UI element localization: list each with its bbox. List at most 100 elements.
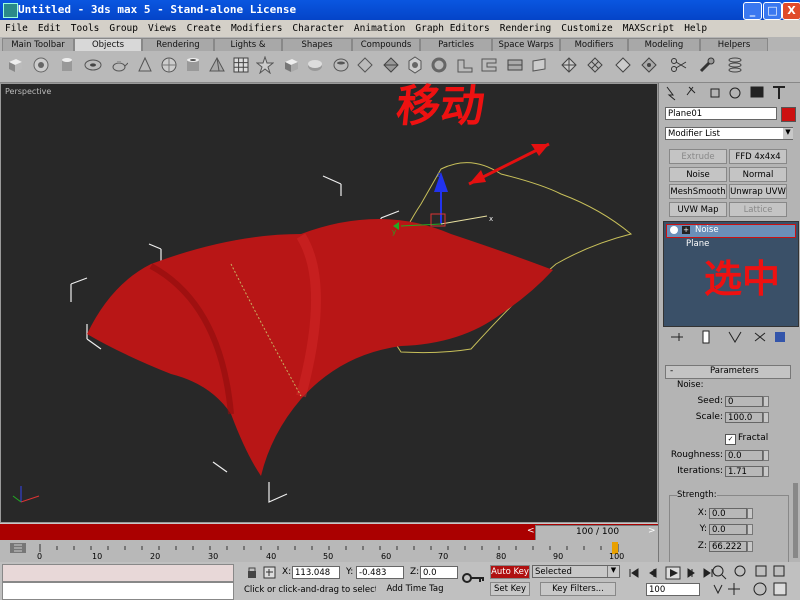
layers-icon[interactable] <box>726 56 744 74</box>
menu-modifiers[interactable]: Modifiers <box>226 20 287 37</box>
coord-z-field[interactable]: 0.0 <box>420 566 458 579</box>
menu-character[interactable]: Character <box>287 20 348 37</box>
roughness-spinner[interactable]: 0.0 <box>725 450 763 461</box>
coord-y-field[interactable]: -0.483 <box>356 566 404 579</box>
modifier-stack[interactable]: + Noise Plane 选中 <box>663 221 799 327</box>
viewport-navigation[interactable] <box>708 563 798 599</box>
menu-tools[interactable]: Tools <box>66 20 105 37</box>
object-color-swatch[interactable] <box>781 107 796 122</box>
time-slider[interactable]: 100 / 100 <box>535 525 659 541</box>
seed-spinner-arrows[interactable] <box>763 396 769 407</box>
tab-modeling[interactable]: Modeling <box>628 38 700 51</box>
meshsmooth-button[interactable]: MeshSmooth <box>669 184 727 199</box>
maximize-button[interactable]: □ <box>763 2 782 20</box>
roughness-spinner-arrows[interactable] <box>763 450 769 461</box>
ffd-4x4x4-button[interactable]: FFD 4x4x4 <box>729 149 787 164</box>
wrench-icon[interactable] <box>698 56 716 74</box>
maxscript-input[interactable] <box>2 582 234 600</box>
bulb-icon[interactable] <box>670 226 678 234</box>
unwrap-uvw-button[interactable]: Unwrap UVW <box>729 184 787 199</box>
tab-main-toolbar[interactable]: Main Toolbar <box>2 38 74 51</box>
panel-scrollbar[interactable] <box>793 483 798 558</box>
strength-z-spinner[interactable]: 66.222 <box>709 541 747 552</box>
menu-graph-editors[interactable]: Graph Editors <box>410 20 494 37</box>
ringwave-icon[interactable] <box>506 56 524 74</box>
timeline-next-button[interactable]: > <box>648 526 656 536</box>
uvw-map-button[interactable]: UVW Map <box>669 202 727 217</box>
set-key-button[interactable]: Set Key <box>490 582 530 596</box>
maxscript-listener[interactable] <box>2 564 234 582</box>
menu-help[interactable]: Help <box>679 20 712 37</box>
tab-helpers[interactable]: Helpers <box>700 38 768 51</box>
perspective-viewport[interactable]: Perspective x y z 移动 <box>0 81 658 523</box>
minimize-button[interactable]: _ <box>743 2 762 20</box>
noise-button[interactable]: Noise <box>669 167 727 182</box>
chevron-down-icon[interactable]: ▼ <box>783 128 793 139</box>
coord-x-field[interactable]: 113.048 <box>292 566 340 579</box>
add-time-tag-button[interactable]: Add Time Tag <box>376 583 454 597</box>
pyramid-icon[interactable] <box>208 56 226 74</box>
menu-file[interactable]: File <box>0 20 33 37</box>
menu-maxscript[interactable]: MAXScript <box>618 20 679 37</box>
torus-icon[interactable] <box>84 56 102 74</box>
current-frame-field[interactable]: 100 <box>646 583 700 596</box>
spindle-icon[interactable] <box>382 56 400 74</box>
cone-icon[interactable] <box>136 56 154 74</box>
chamfer-cylinder-icon[interactable] <box>306 56 324 74</box>
sphere-icon[interactable] <box>32 56 50 74</box>
tab-particles[interactable]: Particles <box>420 38 492 51</box>
normal-button[interactable]: Normal <box>729 167 787 182</box>
stack-item-noise[interactable]: + Noise <box>666 224 796 238</box>
rollout-collapse[interactable]: - <box>670 366 673 376</box>
tab-compounds[interactable]: Compounds <box>352 38 420 51</box>
menu-views[interactable]: Views <box>143 20 182 37</box>
mesher-icon[interactable] <box>614 56 632 74</box>
auto-key-button[interactable]: Auto Key <box>490 565 530 579</box>
close-button[interactable]: X <box>782 2 800 20</box>
menu-group[interactable]: Group <box>104 20 143 37</box>
prism-icon[interactable] <box>560 56 578 74</box>
iterations-spinner[interactable]: 1.71 <box>725 466 763 477</box>
tube-icon[interactable] <box>184 56 202 74</box>
key-filters-button[interactable]: Key Filters... <box>540 582 616 596</box>
strength-y-spinner-arrows[interactable] <box>747 524 753 535</box>
expand-icon[interactable]: + <box>682 226 690 234</box>
strength-y-spinner[interactable]: 0.0 <box>709 524 747 535</box>
chamfer-box-icon[interactable] <box>282 56 300 74</box>
scale-spinner[interactable]: 100.0 <box>725 412 763 423</box>
oil-tank-icon[interactable] <box>332 56 350 74</box>
menu-rendering[interactable]: Rendering <box>495 20 556 37</box>
hose-icon[interactable] <box>530 56 548 74</box>
capsule-icon[interactable] <box>356 56 374 74</box>
menu-customize[interactable]: Customize <box>556 20 617 37</box>
strength-z-spinner-arrows[interactable] <box>747 541 753 552</box>
tab-shapes[interactable]: Shapes <box>282 38 352 51</box>
chevron-down-icon[interactable]: ▼ <box>607 566 619 577</box>
hedra-icon[interactable] <box>256 56 274 74</box>
menu-edit[interactable]: Edit <box>33 20 66 37</box>
lattice-button[interactable]: Lattice <box>729 202 787 217</box>
menu-animation[interactable]: Animation <box>349 20 410 37</box>
seed-spinner[interactable]: 0 <box>725 396 763 407</box>
fractal-checkbox[interactable]: ✓ <box>725 434 736 445</box>
extrude-button[interactable]: Extrude <box>669 149 727 164</box>
noise-plane-mesh[interactable] <box>87 219 553 476</box>
iterations-spinner-arrows[interactable] <box>763 466 769 477</box>
teapot-icon[interactable] <box>110 56 128 74</box>
scale-spinner-arrows[interactable] <box>763 412 769 423</box>
geosphere-icon[interactable] <box>160 56 178 74</box>
patch-grid-icon[interactable] <box>586 56 604 74</box>
object-name-field[interactable]: Plane01 <box>665 107 777 120</box>
absolute-mode-icon[interactable] <box>262 565 278 581</box>
key-icon[interactable] <box>462 570 486 586</box>
tab-lights-cameras[interactable]: Lights & Cameras <box>214 38 282 62</box>
box-icon[interactable] <box>6 56 24 74</box>
grid-plane-icon[interactable] <box>232 56 250 74</box>
track-bar[interactable]: 0 10 20 30 40 50 60 70 80 90 100 <box>0 540 658 562</box>
timeline-prev-button[interactable]: < <box>527 526 535 536</box>
parameters-rollout-header[interactable]: - Parameters <box>665 365 791 379</box>
scissors-icon[interactable] <box>670 56 688 74</box>
tab-space-warps[interactable]: Space Warps <box>492 38 560 51</box>
tab-objects[interactable]: Objects <box>74 38 142 51</box>
cylinder-icon[interactable] <box>58 56 76 74</box>
